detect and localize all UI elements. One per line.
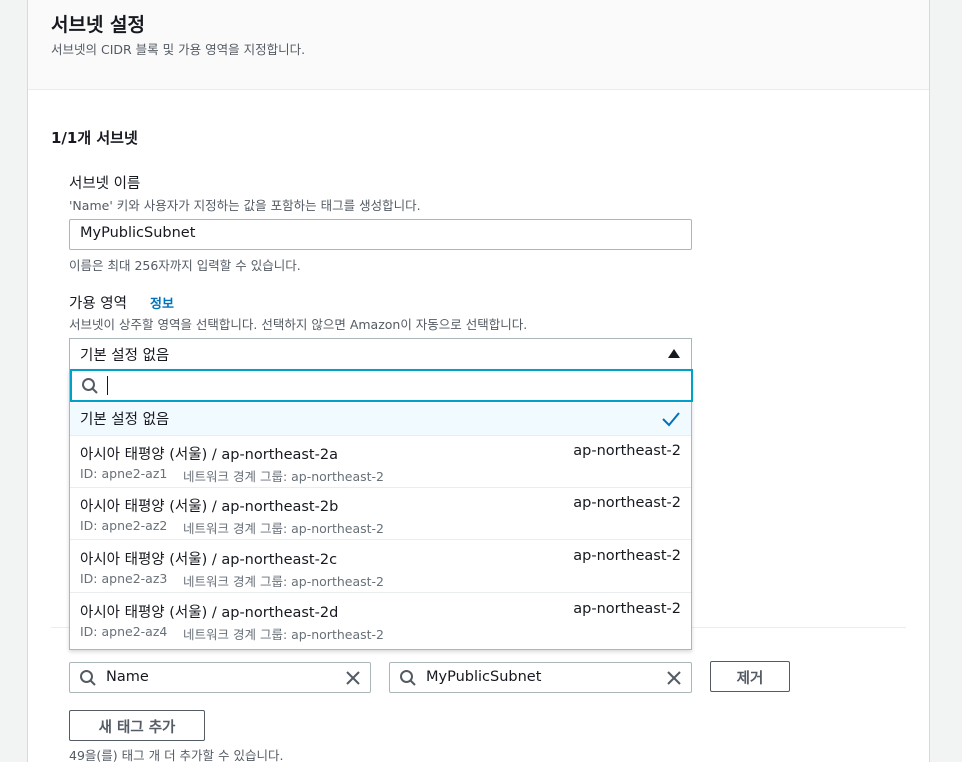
section-title: 서브넷 설정 (51, 14, 146, 36)
option-title: 아시아 태평양 (서울) / ap-northeast-2a (80, 447, 338, 463)
caret-up-icon (668, 349, 680, 358)
availability-zone-dropdown: 기본 설정 없음 아시아 태평양 (서울) / ap-northeast-2a … (69, 369, 693, 650)
panel-header: 서브넷 설정 서브넷의 CIDR 블록 및 가용 영역을 지정합니다. (28, 0, 929, 90)
option-id: ID: apne2-az1 (80, 466, 168, 481)
option-label: 기본 설정 없음 (80, 412, 170, 428)
option-tag: ap-northeast-2 (573, 495, 681, 511)
subnet-name-hint: 이름은 최대 256자까지 입력할 수 있습니다. (69, 258, 301, 273)
check-icon (661, 410, 681, 432)
option-group: 네트워크 경계 그룹: ap-northeast-2 (183, 469, 384, 484)
option-tag: ap-northeast-2 (573, 601, 681, 617)
tag-key-value: Name (106, 669, 149, 685)
option-title: 아시아 태평양 (서울) / ap-northeast-2d (80, 605, 339, 621)
subnet-count-title: 1/1개 서브넷 (51, 129, 138, 147)
subnet-name-description: 'Name' 키와 사용자가 지정하는 값을 포함하는 태그를 생성합니다. (69, 198, 421, 213)
dropdown-option[interactable]: 아시아 태평양 (서울) / ap-northeast-2c ap-northe… (70, 541, 691, 593)
search-icon (79, 669, 97, 691)
tag-value-input[interactable]: MyPublicSubnet (389, 662, 692, 693)
subnet-name-label: 서브넷 이름 (69, 176, 141, 192)
option-group: 네트워크 경계 그룹: ap-northeast-2 (183, 627, 384, 642)
option-tag: ap-northeast-2 (573, 548, 681, 564)
option-id: ID: apne2-az3 (80, 571, 168, 586)
close-icon[interactable] (345, 670, 361, 690)
subnet-name-input[interactable]: MyPublicSubnet (69, 219, 692, 250)
option-group: 네트워크 경계 그룹: ap-northeast-2 (183, 574, 384, 589)
subnet-settings-panel: 서브넷 설정 서브넷의 CIDR 블록 및 가용 영역을 지정합니다. 1/1개… (27, 0, 930, 762)
option-tag: ap-northeast-2 (573, 443, 681, 459)
section-description: 서브넷의 CIDR 블록 및 가용 영역을 지정합니다. (51, 42, 306, 57)
option-title: 아시아 태평양 (서울) / ap-northeast-2b (80, 499, 339, 515)
remove-tag-button[interactable]: 제거 (710, 661, 790, 692)
option-title: 아시아 태평양 (서울) / ap-northeast-2c (80, 552, 338, 568)
add-tag-button[interactable]: 새 태그 추가 (69, 710, 205, 741)
option-group: 네트워크 경계 그룹: ap-northeast-2 (183, 521, 384, 536)
dropdown-option[interactable]: 아시아 태평양 (서울) / ap-northeast-2b ap-northe… (70, 488, 691, 540)
tag-key-input[interactable]: Name (69, 662, 371, 693)
search-icon (399, 669, 417, 691)
availability-zone-description: 서브넷이 상주할 영역을 선택합니다. 선택하지 않으면 Amazon이 자동으… (69, 317, 528, 332)
dropdown-filter-input[interactable] (70, 369, 693, 402)
option-id: ID: apne2-az4 (80, 624, 168, 639)
search-icon (81, 377, 99, 399)
tag-value-value: MyPublicSubnet (426, 669, 542, 685)
select-value: 기본 설정 없음 (80, 348, 170, 364)
info-link[interactable]: 정보 (150, 293, 174, 312)
dropdown-option[interactable]: 아시아 태평양 (서울) / ap-northeast-2a ap-northe… (70, 436, 691, 488)
availability-zone-select[interactable]: 기본 설정 없음 (69, 338, 692, 369)
option-id: ID: apne2-az2 (80, 518, 168, 533)
text-cursor (107, 376, 108, 395)
close-icon[interactable] (666, 670, 682, 690)
availability-zone-label: 가용 영역 (69, 296, 127, 312)
dropdown-option-default[interactable]: 기본 설정 없음 (70, 403, 691, 436)
remaining-tags-text: 49을(를) 태그 개 더 추가할 수 있습니다. (69, 748, 284, 762)
dropdown-option[interactable]: 아시아 태평양 (서울) / ap-northeast-2d ap-northe… (70, 594, 691, 646)
